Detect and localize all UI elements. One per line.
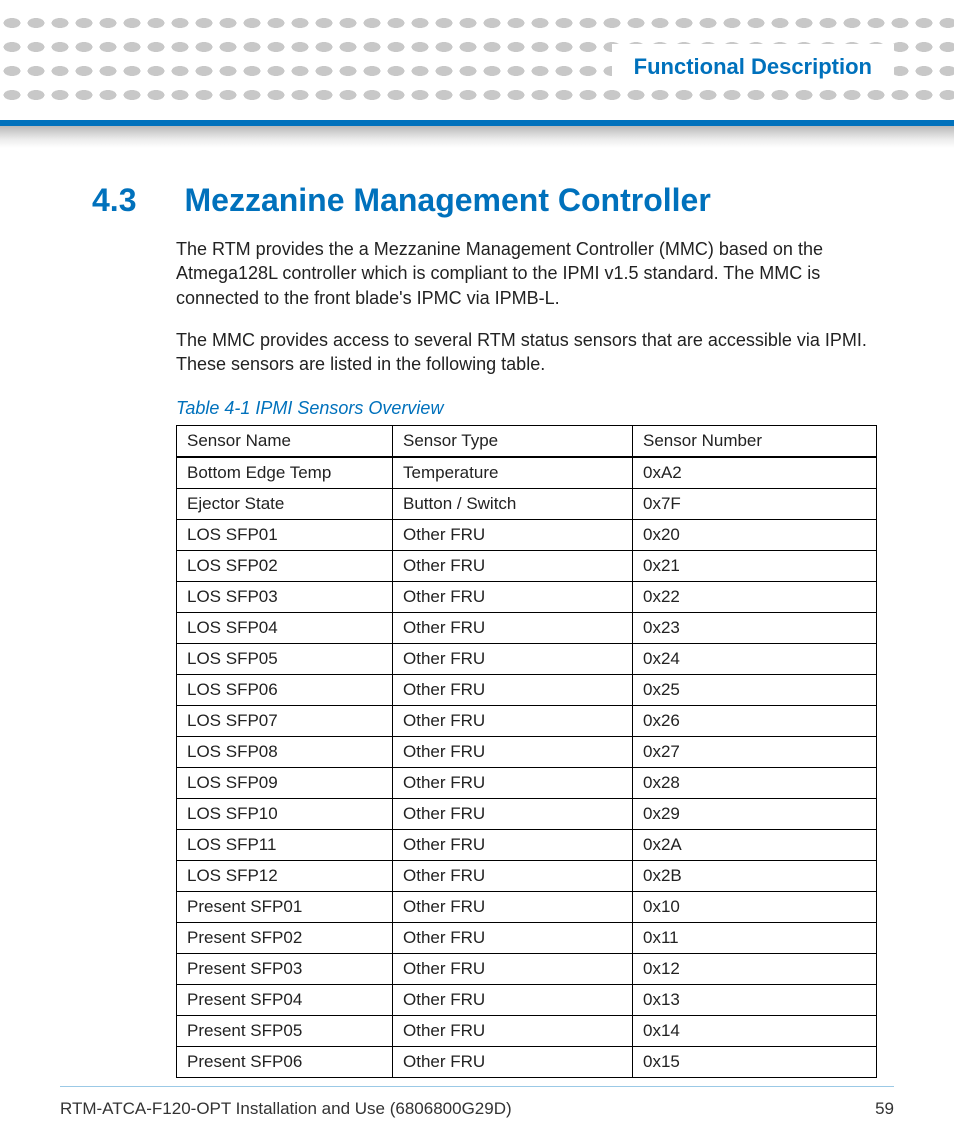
table-cell: LOS SFP08 xyxy=(177,737,393,768)
table-row: Present SFP06Other FRU0x15 xyxy=(177,1047,877,1078)
table-row: LOS SFP10Other FRU0x29 xyxy=(177,799,877,830)
table-cell: LOS SFP04 xyxy=(177,613,393,644)
table-cell: LOS SFP07 xyxy=(177,706,393,737)
table-cell: LOS SFP02 xyxy=(177,551,393,582)
table-cell: 0x11 xyxy=(633,923,877,954)
table-row: LOS SFP09Other FRU0x28 xyxy=(177,768,877,799)
table-cell: 0x13 xyxy=(633,985,877,1016)
table-cell: 0x10 xyxy=(633,892,877,923)
table-cell: Present SFP04 xyxy=(177,985,393,1016)
table-cell: 0x15 xyxy=(633,1047,877,1078)
footer-doc-title: RTM-ATCA-F120-OPT Installation and Use (… xyxy=(60,1099,512,1119)
table-cell: 0x28 xyxy=(633,768,877,799)
table-cell: Other FRU xyxy=(393,892,633,923)
table-cell: Other FRU xyxy=(393,582,633,613)
table-caption: Table 4-1 IPMI Sensors Overview xyxy=(176,398,882,419)
table-row: LOS SFP11Other FRU0x2A xyxy=(177,830,877,861)
table-cell: Present SFP01 xyxy=(177,892,393,923)
table-row: LOS SFP05Other FRU0x24 xyxy=(177,644,877,675)
table-row: Present SFP02Other FRU0x11 xyxy=(177,923,877,954)
table-cell: LOS SFP01 xyxy=(177,520,393,551)
table-cell: Other FRU xyxy=(393,644,633,675)
table-cell: LOS SFP10 xyxy=(177,799,393,830)
table-row: Ejector StateButton / Switch0x7F xyxy=(177,489,877,520)
table-cell: Other FRU xyxy=(393,520,633,551)
table-cell: Present SFP02 xyxy=(177,923,393,954)
header-gradient xyxy=(0,126,954,148)
table-cell: Present SFP06 xyxy=(177,1047,393,1078)
table-cell: Other FRU xyxy=(393,799,633,830)
footer-rule xyxy=(60,1086,894,1087)
table-cell: LOS SFP12 xyxy=(177,861,393,892)
table-cell: 0x21 xyxy=(633,551,877,582)
decorative-dots xyxy=(0,88,954,102)
header-blue-rule xyxy=(0,120,954,126)
table-row: LOS SFP12Other FRU0x2B xyxy=(177,861,877,892)
table-row: LOS SFP01Other FRU0x20 xyxy=(177,520,877,551)
table-cell: LOS SFP09 xyxy=(177,768,393,799)
table-cell: Other FRU xyxy=(393,768,633,799)
table-cell: Present SFP05 xyxy=(177,1016,393,1047)
table-cell: Other FRU xyxy=(393,923,633,954)
table-cell: 0xA2 xyxy=(633,457,877,489)
table-row: Present SFP04Other FRU0x13 xyxy=(177,985,877,1016)
table-cell: Other FRU xyxy=(393,830,633,861)
table-cell: Bottom Edge Temp xyxy=(177,457,393,489)
table-cell: LOS SFP03 xyxy=(177,582,393,613)
ipmi-sensors-table: Sensor Name Sensor Type Sensor Number Bo… xyxy=(176,425,877,1078)
table-cell: LOS SFP05 xyxy=(177,644,393,675)
footer-page-number: 59 xyxy=(875,1099,894,1119)
table-row: LOS SFP07Other FRU0x26 xyxy=(177,706,877,737)
table-cell: Other FRU xyxy=(393,613,633,644)
table-cell: 0x2B xyxy=(633,861,877,892)
table-row: LOS SFP04Other FRU0x23 xyxy=(177,613,877,644)
table-cell: Button / Switch xyxy=(393,489,633,520)
table-header-cell: Sensor Name xyxy=(177,426,393,458)
table-cell: Other FRU xyxy=(393,861,633,892)
table-row: LOS SFP06Other FRU0x25 xyxy=(177,675,877,706)
table-cell: Other FRU xyxy=(393,551,633,582)
table-cell: Other FRU xyxy=(393,737,633,768)
table-cell: Other FRU xyxy=(393,675,633,706)
table-cell: 0x14 xyxy=(633,1016,877,1047)
table-cell: 0x25 xyxy=(633,675,877,706)
table-cell: 0x26 xyxy=(633,706,877,737)
table-cell: LOS SFP06 xyxy=(177,675,393,706)
table-cell: Temperature xyxy=(393,457,633,489)
table-row: LOS SFP02Other FRU0x21 xyxy=(177,551,877,582)
table-cell: Present SFP03 xyxy=(177,954,393,985)
table-row: Present SFP03Other FRU0x12 xyxy=(177,954,877,985)
table-cell: 0x23 xyxy=(633,613,877,644)
table-header-cell: Sensor Type xyxy=(393,426,633,458)
table-cell: 0x20 xyxy=(633,520,877,551)
table-cell: Ejector State xyxy=(177,489,393,520)
body-paragraph: The MMC provides access to several RTM s… xyxy=(176,328,882,377)
table-cell: 0x7F xyxy=(633,489,877,520)
table-cell: Other FRU xyxy=(393,985,633,1016)
table-cell: 0x12 xyxy=(633,954,877,985)
table-row: LOS SFP03Other FRU0x22 xyxy=(177,582,877,613)
table-cell: 0x24 xyxy=(633,644,877,675)
table-row: Present SFP05Other FRU0x14 xyxy=(177,1016,877,1047)
table-row: LOS SFP08Other FRU0x27 xyxy=(177,737,877,768)
table-row: Present SFP01Other FRU0x10 xyxy=(177,892,877,923)
table-header-cell: Sensor Number xyxy=(633,426,877,458)
body-paragraph: The RTM provides the a Mezzanine Managem… xyxy=(176,237,882,310)
table-row: Bottom Edge TempTemperature0xA2 xyxy=(177,457,877,489)
table-cell: Other FRU xyxy=(393,706,633,737)
decorative-dots xyxy=(0,16,954,30)
table-cell: 0x22 xyxy=(633,582,877,613)
table-cell: 0x29 xyxy=(633,799,877,830)
table-cell: LOS SFP11 xyxy=(177,830,393,861)
table-cell: 0x2A xyxy=(633,830,877,861)
table-header-row: Sensor Name Sensor Type Sensor Number xyxy=(177,426,877,458)
section-title: Mezzanine Management Controller xyxy=(184,182,710,219)
table-cell: Other FRU xyxy=(393,954,633,985)
table-cell: 0x27 xyxy=(633,737,877,768)
table-cell: Other FRU xyxy=(393,1047,633,1078)
section-number: 4.3 xyxy=(92,182,136,219)
chapter-title: Functional Description xyxy=(634,54,872,79)
table-cell: Other FRU xyxy=(393,1016,633,1047)
